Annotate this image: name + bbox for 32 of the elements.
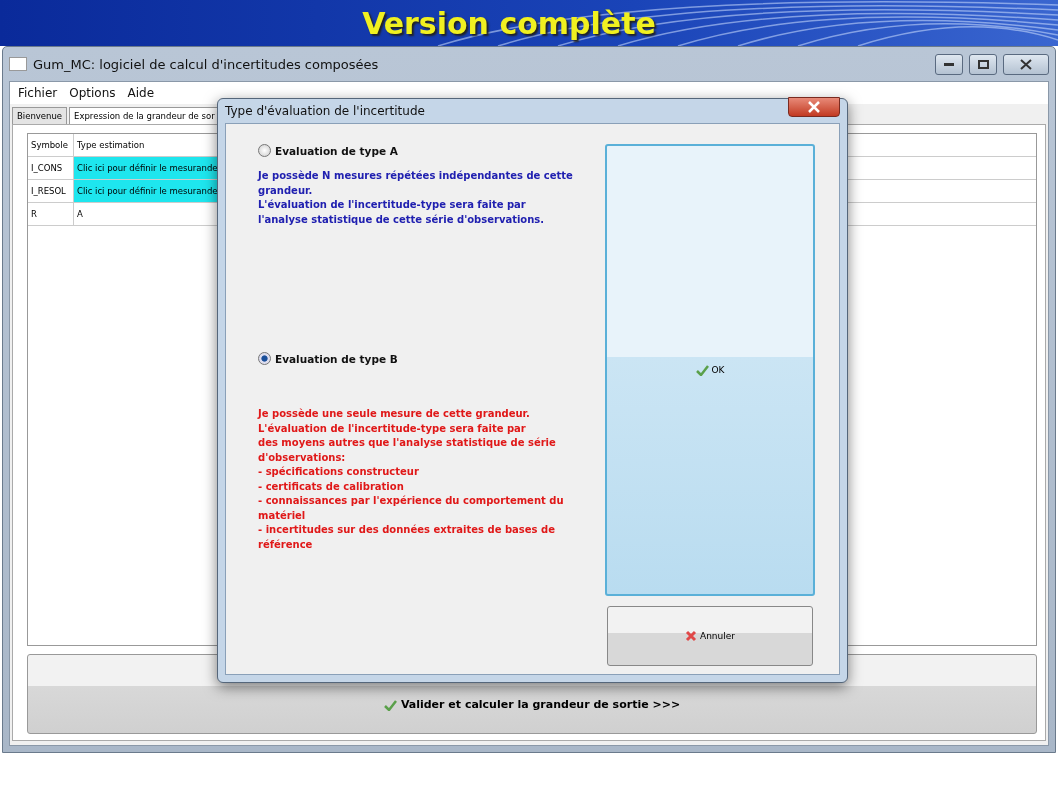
minimize-button[interactable] [935,53,963,75]
close-icon [1020,58,1032,70]
menu-item[interactable]: Fichier [18,86,58,100]
radio-option[interactable]: Evaluation de type B [258,352,585,365]
maximize-button[interactable] [969,53,997,75]
cross-icon [685,630,697,642]
column-header: Symbole [28,134,74,156]
close-button[interactable] [1003,53,1049,75]
maximize-icon [977,59,989,69]
cancel-button[interactable]: Annuler [607,606,813,666]
option-description: Je possède une seule mesure de cette grandeur. L'évaluation de l'incertitude-type sera faite par des moyens autres que l'analyse statistique de série d'observations: - spécifications constructeur - certificats de calibration - connaissances par l'expérience du comportement du matériel - incertitudes sur des données extraites de bases de référence [258,407,565,552]
table-cell: I_RESOL [28,180,74,202]
radio-dot[interactable] [258,352,271,365]
tab[interactable]: Bienvenue [12,107,68,124]
radio-dot[interactable] [258,144,271,157]
menu-item[interactable]: Aide [127,86,155,100]
window-title: Gum_MC: logiciel de calcul d'incertitudes composées [33,56,380,72]
app-icon [9,57,27,71]
radio-option[interactable]: Evaluation de type A [258,144,585,157]
check-icon [695,364,709,376]
tab[interactable]: Expression de la grandeur de sor [69,107,220,124]
close-icon [807,101,821,113]
table-cell: I_CONS [28,157,74,179]
menu-item[interactable]: Options [69,86,116,100]
minimize-icon [944,62,954,66]
ok-button[interactable]: OK [605,144,815,596]
table-cell: R [28,203,74,225]
dialog-title: Type d'évaluation de l'incertitude [225,104,425,118]
check-icon [383,700,397,711]
option-description: Je possède N mesures répétées indépendantes de cette grandeur. L'évaluation de l'incertitude-type sera faite par l'analyse statistique de cette série d'observations. [258,169,574,227]
close-button[interactable] [788,97,840,117]
banner-title: Version complète [362,5,656,41]
